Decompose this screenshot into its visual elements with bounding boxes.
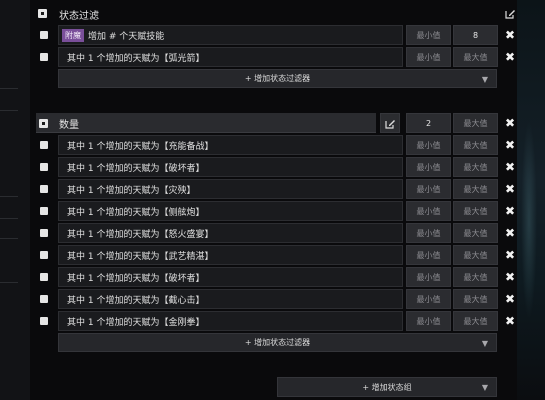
min-input[interactable]: 最小值	[406, 25, 451, 45]
count-group-row: 其中 1 个增加的天赋为【金刚拳】 最小值 最大值 ✖	[0, 311, 545, 331]
add-status-filter-button[interactable]: + 增加状态过滤器 ▼	[58, 69, 497, 88]
min-input[interactable]: 最小值	[406, 311, 451, 331]
status-filter-row: 附魔 增加 # 个天赋技能 最小值 8 ✖	[0, 25, 545, 45]
row-label: 其中 1 个增加的天赋为【截心击】	[67, 295, 205, 306]
chevron-down-icon: ▼	[481, 383, 488, 392]
row-text-cell: 其中 1 个增加的天赋为【充能备战】	[58, 135, 403, 155]
row-checkbox[interactable]	[40, 317, 48, 325]
row-text-cell: 其中 1 个增加的天赋为【灾殃】	[58, 179, 403, 199]
close-icon[interactable]: ✖	[503, 245, 517, 265]
close-icon[interactable]: ✖	[503, 47, 517, 67]
max-input[interactable]: 最大值	[453, 289, 498, 309]
row-checkbox[interactable]	[40, 273, 48, 281]
enchant-tag: 附魔	[62, 28, 84, 42]
row-text-cell: 其中 1 个增加的天赋为【侧舷炮】	[58, 201, 403, 221]
row-text-cell: 其中 1 个增加的天赋为【破坏者】	[58, 267, 403, 287]
close-icon[interactable]: ✖	[503, 311, 517, 331]
row-text-cell: 其中 1 个增加的天赋为【怒火盛宴】	[58, 223, 403, 243]
close-icon[interactable]: ✖	[503, 135, 517, 155]
status-filter-title: 状态过滤	[59, 11, 99, 22]
min-input[interactable]: 最小值	[406, 201, 451, 221]
min-input[interactable]: 最小值	[406, 179, 451, 199]
row-checkbox[interactable]	[40, 229, 48, 237]
min-input[interactable]: 最小值	[406, 267, 451, 287]
add-status-group-button[interactable]: + 增加状态组 ▼	[277, 377, 497, 397]
status-filter-checkbox[interactable]	[38, 9, 47, 18]
close-icon[interactable]: ✖	[503, 113, 517, 133]
close-icon[interactable]: ✖	[503, 223, 517, 243]
row-label: 增加 # 个天赋技能	[88, 31, 165, 42]
row-label: 其中 1 个增加的天赋为【充能备战】	[67, 141, 214, 152]
row-checkbox[interactable]	[40, 251, 48, 259]
add-filter-label: + 增加状态过滤器	[244, 74, 311, 83]
row-text-cell: 其中 1 个增加的天赋为【金刚拳】	[58, 311, 403, 331]
row-text-cell: 附魔 增加 # 个天赋技能	[58, 25, 403, 45]
max-input[interactable]: 最大值	[453, 47, 498, 67]
divider	[0, 88, 18, 89]
close-icon[interactable]: ✖	[503, 267, 517, 287]
count-group-row: 其中 1 个增加的天赋为【侧舷炮】 最小值 最大值 ✖	[0, 201, 545, 221]
row-text-cell: 其中 1 个增加的天赋为【弧光箭】	[58, 47, 403, 67]
max-input[interactable]: 8	[453, 25, 498, 45]
count-group-row: 其中 1 个增加的天赋为【截心击】 最小值 最大值 ✖	[0, 289, 545, 309]
row-text-cell: 其中 1 个增加的天赋为【破坏者】	[58, 157, 403, 177]
row-checkbox[interactable]	[40, 53, 48, 61]
chevron-down-icon: ▼	[481, 75, 488, 84]
close-icon[interactable]: ✖	[503, 289, 517, 309]
min-input[interactable]: 最小值	[406, 157, 451, 177]
status-filter-row: 其中 1 个增加的天赋为【弧光箭】 最小值 最大值 ✖	[0, 47, 545, 67]
row-label: 其中 1 个增加的天赋为【武艺精湛】	[67, 251, 214, 262]
chevron-down-icon: ▼	[481, 339, 488, 348]
max-input[interactable]: 最大值	[453, 311, 498, 331]
min-input[interactable]: 最小值	[406, 289, 451, 309]
count-group-row: 其中 1 个增加的天赋为【灾殃】 最小值 最大值 ✖	[0, 179, 545, 199]
row-label: 其中 1 个增加的天赋为【破坏者】	[67, 273, 205, 284]
row-label: 其中 1 个增加的天赋为【灾殃】	[67, 185, 196, 196]
max-input[interactable]: 最大值	[453, 201, 498, 221]
close-icon[interactable]: ✖	[503, 157, 517, 177]
edit-icon[interactable]	[500, 3, 520, 23]
min-input[interactable]: 最小值	[406, 245, 451, 265]
row-checkbox[interactable]	[40, 185, 48, 193]
count-group-checkbox[interactable]	[39, 119, 48, 128]
count-group-row: 其中 1 个增加的天赋为【破坏者】 最小值 最大值 ✖	[0, 267, 545, 287]
row-checkbox[interactable]	[40, 207, 48, 215]
row-label: 其中 1 个增加的天赋为【破坏者】	[67, 163, 205, 174]
row-label: 其中 1 个增加的天赋为【弧光箭】	[67, 53, 205, 64]
count-group-row: 其中 1 个增加的天赋为【充能备战】 最小值 最大值 ✖	[0, 135, 545, 155]
count-group-title: 数量	[59, 120, 79, 131]
max-input[interactable]: 最大值	[453, 157, 498, 177]
row-checkbox[interactable]	[40, 163, 48, 171]
row-text-cell: 其中 1 个增加的天赋为【武艺精湛】	[58, 245, 403, 265]
add-status-filter-button[interactable]: + 增加状态过滤器 ▼	[58, 333, 497, 352]
max-input[interactable]: 最大值	[453, 135, 498, 155]
max-input[interactable]: 最大值	[453, 179, 498, 199]
row-checkbox[interactable]	[40, 141, 48, 149]
count-group-header	[36, 113, 376, 133]
close-icon[interactable]: ✖	[503, 25, 517, 45]
divider	[0, 110, 18, 111]
close-icon[interactable]: ✖	[503, 201, 517, 221]
row-checkbox[interactable]	[40, 295, 48, 303]
edit-icon[interactable]	[380, 113, 400, 133]
row-label: 其中 1 个增加的天赋为【侧舷炮】	[67, 207, 205, 218]
count-group-row: 其中 1 个增加的天赋为【武艺精湛】 最小值 最大值 ✖	[0, 245, 545, 265]
max-input[interactable]: 最大值	[453, 267, 498, 287]
count-group-row: 其中 1 个增加的天赋为【怒火盛宴】 最小值 最大值 ✖	[0, 223, 545, 243]
min-input[interactable]: 最小值	[406, 223, 451, 243]
add-group-label: + 增加状态组	[362, 382, 412, 392]
min-input[interactable]: 最小值	[406, 47, 451, 67]
max-input[interactable]: 最大值	[453, 223, 498, 243]
row-checkbox[interactable]	[40, 31, 48, 39]
min-input[interactable]: 最小值	[406, 135, 451, 155]
row-label: 其中 1 个增加的天赋为【怒火盛宴】	[67, 229, 214, 240]
row-text-cell: 其中 1 个增加的天赋为【截心击】	[58, 289, 403, 309]
count-input[interactable]: 2	[406, 113, 451, 133]
count-group-row: 其中 1 个增加的天赋为【破坏者】 最小值 最大值 ✖	[0, 157, 545, 177]
row-label: 其中 1 个增加的天赋为【金刚拳】	[67, 317, 205, 328]
add-filter-label: + 增加状态过滤器	[244, 338, 311, 347]
count-max-input[interactable]: 最大值	[453, 113, 498, 133]
close-icon[interactable]: ✖	[503, 179, 517, 199]
max-input[interactable]: 最大值	[453, 245, 498, 265]
